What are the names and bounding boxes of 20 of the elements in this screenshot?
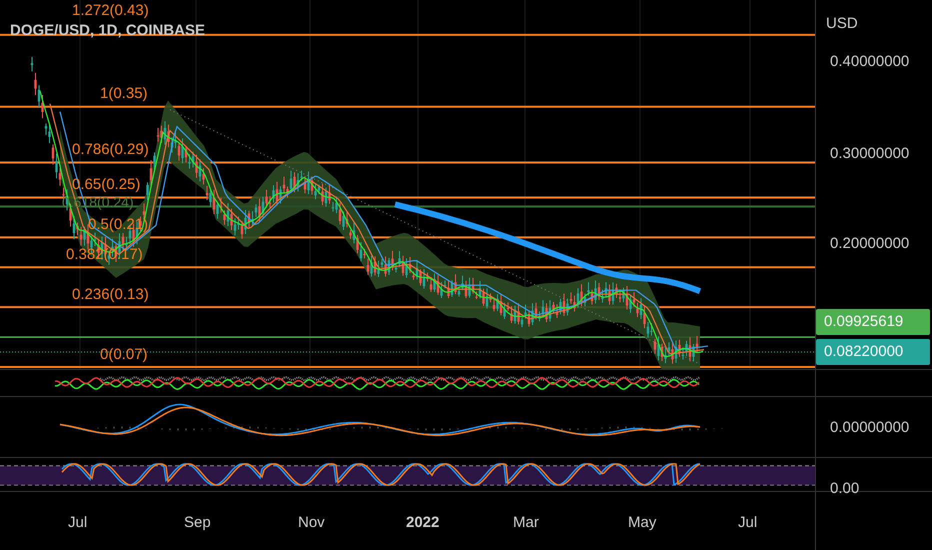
time-label: Nov [298,514,325,531]
time-label: Jul [738,514,758,531]
time-label: May [628,514,656,531]
fib-level-label: 0.236(0.13) [72,286,149,303]
currency-label: USD [826,15,858,32]
macd-tick: 0.00000000 [830,419,910,436]
fib-level-label: 1(0.35) [100,85,148,102]
price-badge: 0.09925619 [816,309,930,335]
price-tick: 0.20000000 [830,235,910,252]
fib-level-label: 1.272(0.43) [72,2,149,19]
price-badge: 0.08220000 [816,339,930,365]
time-label: Jul [68,514,88,531]
price-tick: 0.40000000 [830,53,910,70]
fib-level-label: 0(0.07) [100,346,148,363]
fib-level-label: 0.786(0.29) [72,141,149,158]
time-label: 2022 [406,514,440,531]
price-tick: 0.30000000 [830,145,910,162]
time-label: Sep [184,514,211,531]
time-label: Mar [513,514,539,531]
stochastic-tick: 0.00 [830,480,860,497]
